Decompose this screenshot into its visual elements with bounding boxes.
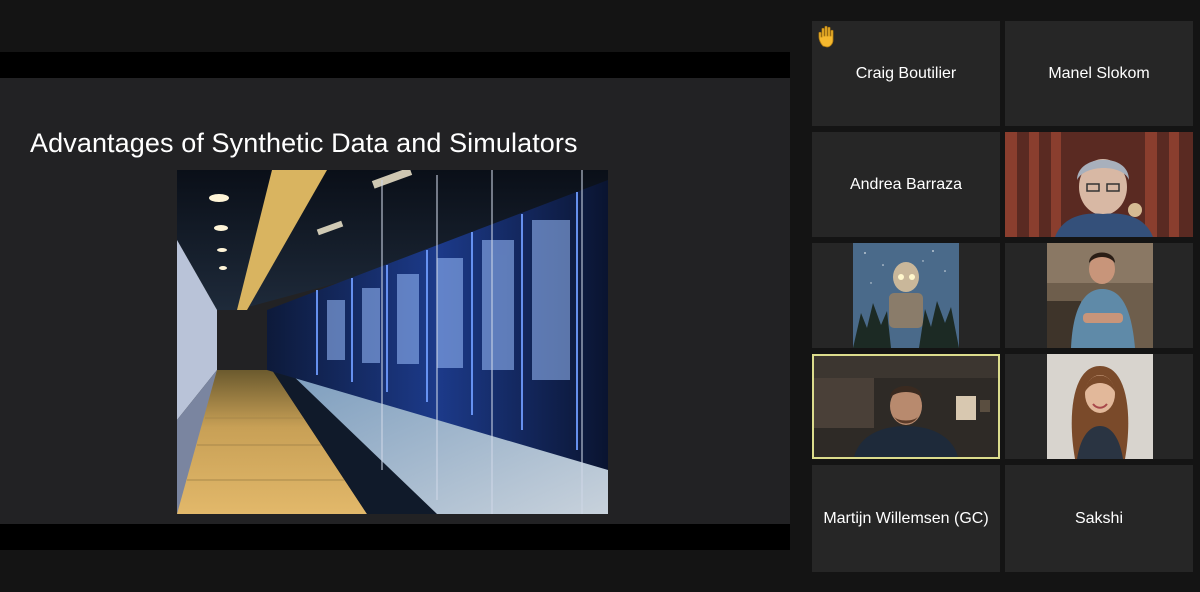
participant-tile-martijn-willemsen[interactable]: Martijn Willemsen (GC) <box>812 465 1000 572</box>
participant-tile-video-man-glasses[interactable] <box>1005 132 1193 237</box>
slide-image-data-center <box>177 170 608 514</box>
participant-video <box>1005 132 1193 237</box>
participant-tile-andrea-barraza[interactable]: Andrea Barraza <box>812 132 1000 237</box>
participant-tile-video-woman[interactable] <box>1005 354 1193 459</box>
raised-hand-icon <box>818 25 834 48</box>
participant-name: Martijn Willemsen (GC) <box>823 509 989 527</box>
presentation-slide: Advantages of Synthetic Data and Simulat… <box>0 78 790 524</box>
participant-name: Craig Boutilier <box>855 64 957 82</box>
participant-avatar-robot <box>853 243 959 348</box>
participant-name: Andrea Barraza <box>849 175 963 193</box>
participant-tile-craig-boutilier[interactable]: Craig Boutilier <box>812 21 1000 126</box>
participant-tile-active-speaker[interactable] <box>812 354 1000 459</box>
participant-tile-video-man-denim[interactable] <box>1005 243 1193 348</box>
participant-name: Manel Slokom <box>1048 64 1150 82</box>
participant-name: Sakshi <box>1074 509 1124 527</box>
participant-video <box>1047 243 1153 348</box>
slide-title: Advantages of Synthetic Data and Simulat… <box>30 128 578 158</box>
participant-tile-manel-slokom[interactable]: Manel Slokom <box>1005 21 1193 126</box>
participant-video <box>1047 354 1153 459</box>
participant-video <box>814 356 998 457</box>
participant-tile-robot-avatar[interactable] <box>812 243 1000 348</box>
participant-tile-sakshi[interactable]: Sakshi <box>1005 465 1193 572</box>
shared-screen: Advantages of Synthetic Data and Simulat… <box>0 52 790 550</box>
